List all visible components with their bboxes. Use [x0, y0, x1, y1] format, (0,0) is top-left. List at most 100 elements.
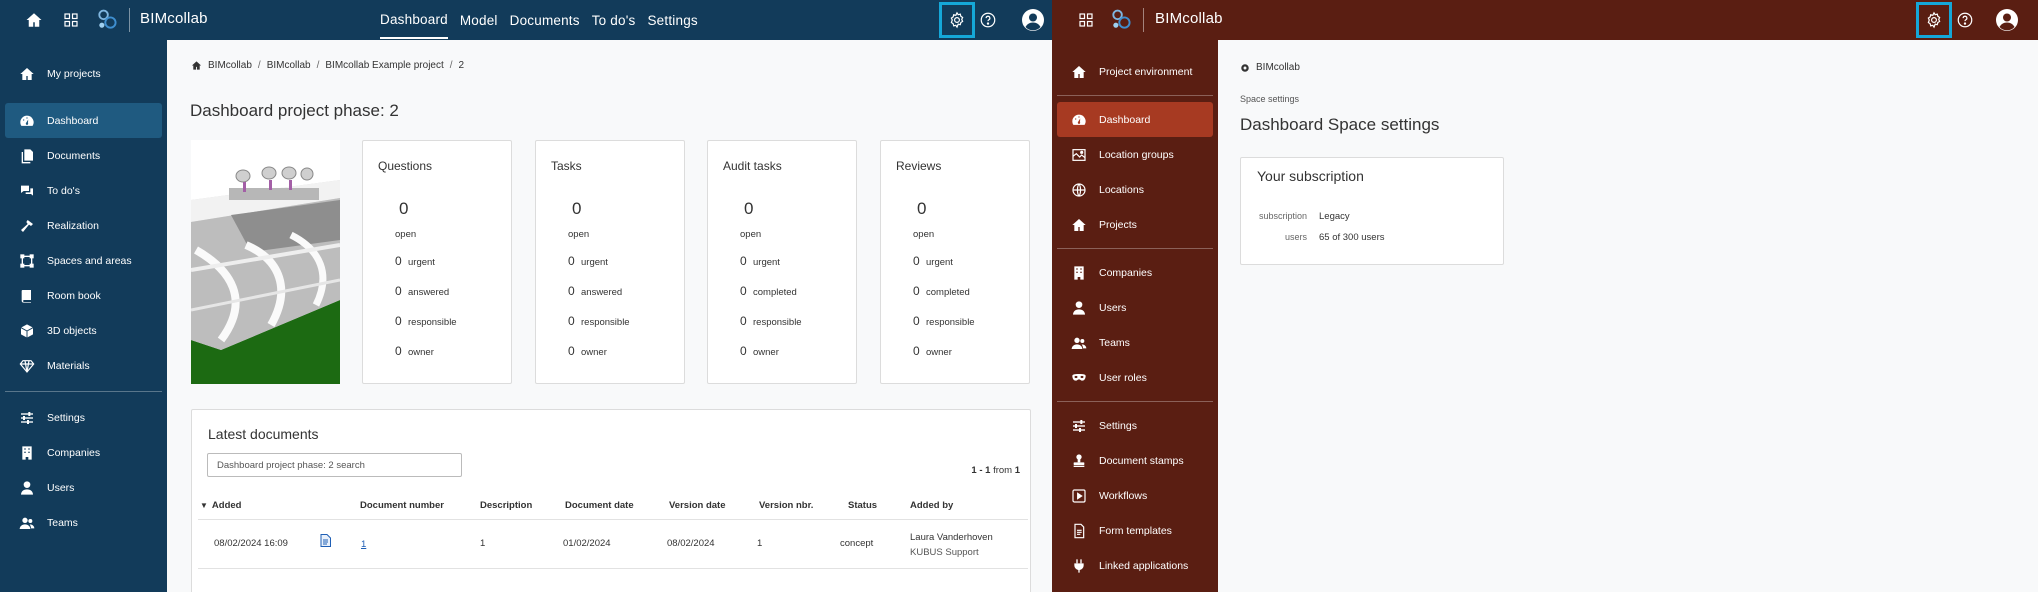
card-row[interactable]: 0 owner — [568, 344, 607, 358]
document-file-icon[interactable] — [320, 534, 331, 550]
help-icon[interactable] — [976, 8, 1000, 32]
stat-card-audit-tasks[interactable]: Audit tasks 0 open 0 urgent 0 completed 0r… — [707, 140, 857, 384]
column-header-version-nbr[interactable]: Version nbr. — [759, 500, 813, 511]
page-title: Dashboard Space settings — [1240, 115, 1440, 134]
sidebar-item-todos[interactable]: To do's — [5, 173, 162, 208]
right-app-window: BIMcollab Project environment Dashboard … — [1052, 0, 2038, 592]
sidebar-item-project-environment[interactable]: Project environment — [1057, 54, 1213, 89]
panel-title: Latest documents — [208, 426, 319, 442]
stat-card-reviews[interactable]: Reviews 0 open 0 urgent 0 completed 0 respo… — [880, 140, 1030, 384]
column-header-document-number[interactable]: Document number — [360, 500, 444, 511]
nav-settings[interactable]: Settings — [647, 2, 697, 38]
sidebar-item-location-groups[interactable]: Location groups — [1057, 137, 1213, 172]
card-row[interactable]: 0 responsible — [568, 314, 630, 328]
sidebar-item-room-book[interactable]: Room book — [5, 278, 162, 313]
stat-card-tasks[interactable]: Tasks 0 open 0 urgent 0 answered 0 responsi… — [535, 140, 685, 384]
breadcrumb-item[interactable]: BIMcollab — [267, 60, 311, 71]
card-row[interactable]: 0 urgent — [395, 254, 435, 268]
apps-grid-icon[interactable] — [59, 8, 83, 32]
sidebar-item-label: Linked applications — [1099, 559, 1189, 572]
stat-card-questions[interactable]: Questions 0 open 0 urgent 0 answered 0 resp… — [362, 140, 512, 384]
sidebar-item-linked-applications[interactable]: Linked applications — [1057, 548, 1213, 583]
column-header-version-date[interactable]: Version date — [669, 500, 726, 511]
nav-model[interactable]: Model — [460, 2, 498, 38]
hammer-icon — [21, 219, 33, 232]
sidebar-item-companies[interactable]: Companies — [1057, 255, 1213, 290]
account-avatar-icon[interactable] — [1019, 6, 1047, 34]
gear-icon — [1241, 63, 1249, 72]
cell-document-number-link[interactable]: 1 — [361, 539, 366, 550]
sidebar-item-realization[interactable]: Realization — [5, 208, 162, 243]
cell-version-nbr: 1 — [757, 538, 763, 549]
sidebar-item-label: Room book — [47, 289, 101, 302]
sidebar-item-projects[interactable]: Projects — [1057, 207, 1213, 242]
card-row[interactable]: 0 owner — [395, 344, 434, 358]
breadcrumb-item[interactable]: BIMcollab — [1256, 62, 1300, 73]
model-thumbnail[interactable] — [191, 140, 340, 384]
sidebar-item-documents[interactable]: Documents — [5, 138, 162, 173]
sidebar-item-dashboard[interactable]: Dashboard — [1057, 102, 1213, 137]
column-header-description[interactable]: Description — [480, 500, 532, 511]
column-header-status[interactable]: Status — [848, 500, 877, 511]
brand-name[interactable]: BIMcollab — [140, 10, 208, 27]
sidebar-item-settings[interactable]: Settings — [5, 400, 162, 435]
card-row[interactable]: 0 answered — [395, 284, 449, 298]
card-row[interactable]: 0 responsible — [913, 314, 975, 328]
sidebar-item-dashboard[interactable]: Dashboard — [5, 103, 162, 138]
sidebar-item-label: To do's — [47, 184, 80, 197]
settings-gear-button[interactable] — [1916, 2, 1952, 38]
apps-grid-icon[interactable] — [1074, 8, 1098, 32]
sidebar-item-teams[interactable]: Teams — [5, 505, 162, 540]
sidebar-item-document-stamps[interactable]: Document stamps — [1057, 443, 1213, 478]
documents-search-input[interactable] — [207, 453, 462, 477]
sidebar-item-label: Materials — [47, 359, 90, 372]
sidebar-item-label: 3D objects — [47, 324, 97, 337]
nav-dashboard[interactable]: Dashboard — [380, 1, 448, 39]
diamond-icon — [19, 359, 35, 373]
comments-icon — [21, 185, 33, 196]
form-icon — [1074, 523, 1085, 538]
card-row[interactable]: 0 completed — [913, 284, 970, 298]
sidebar-item-users[interactable]: Users — [5, 470, 162, 505]
sidebar-item-settings[interactable]: Settings — [1057, 408, 1213, 443]
sidebar-item-spaces[interactable]: Spaces and areas — [5, 243, 162, 278]
settings-gear-button[interactable] — [939, 2, 975, 38]
card-row[interactable]: 0 urgent — [568, 254, 608, 268]
breadcrumb-item[interactable]: BIMcollab — [208, 60, 252, 71]
top-bar: BIMcollab Dashboard Model Documents To d… — [0, 0, 1052, 40]
sliders-icon — [1073, 419, 1085, 432]
column-header-added-by[interactable]: Added by — [910, 500, 953, 511]
sidebar-item-materials[interactable]: Materials — [5, 348, 162, 383]
home-icon[interactable] — [191, 60, 202, 71]
breadcrumb-item[interactable]: BIMcollab Example project — [325, 60, 443, 71]
building-icon — [22, 445, 32, 460]
sidebar-item-locations[interactable]: Locations — [1057, 172, 1213, 207]
nav-documents[interactable]: Documents — [510, 2, 580, 38]
help-icon[interactable] — [1953, 8, 1977, 32]
card-row[interactable]: 0 completed — [740, 284, 797, 298]
sidebar-item-user-roles[interactable]: User roles — [1057, 360, 1213, 395]
column-header-document-date[interactable]: Document date — [565, 500, 634, 511]
column-header-added[interactable]: ▼ Added — [200, 500, 241, 511]
map-icon — [1072, 148, 1086, 161]
main-nav: Dashboard Model Documents To do's Settin… — [380, 0, 698, 40]
sidebar-item-teams[interactable]: Teams — [1057, 325, 1213, 360]
brand-name[interactable]: BIMcollab — [1155, 10, 1223, 27]
card-row[interactable]: 0 responsible — [395, 314, 457, 328]
sidebar-item-form-templates[interactable]: Form templates — [1057, 513, 1213, 548]
sidebar-item-3d-objects[interactable]: 3D objects — [5, 313, 162, 348]
sidebar-item-my-projects[interactable]: My projects — [5, 56, 162, 91]
sidebar-item-workflows[interactable]: Workflows — [1057, 478, 1213, 513]
card-row[interactable]: 0 answered — [568, 284, 622, 298]
card-row[interactable]: 0 responsible — [740, 314, 802, 328]
card-row[interactable]: 0 owner — [913, 344, 952, 358]
card-row[interactable]: 0 urgent — [913, 254, 953, 268]
card-row[interactable]: 0 owner — [740, 344, 779, 358]
nav-todos[interactable]: To do's — [592, 2, 636, 38]
home-icon[interactable] — [22, 8, 46, 32]
sidebar-item-users[interactable]: Users — [1057, 290, 1213, 325]
account-avatar-icon[interactable] — [1993, 6, 2021, 34]
card-row[interactable]: 0 urgent — [740, 254, 780, 268]
sidebar-item-label: Users — [47, 481, 75, 494]
sidebar-item-companies[interactable]: Companies — [5, 435, 162, 470]
